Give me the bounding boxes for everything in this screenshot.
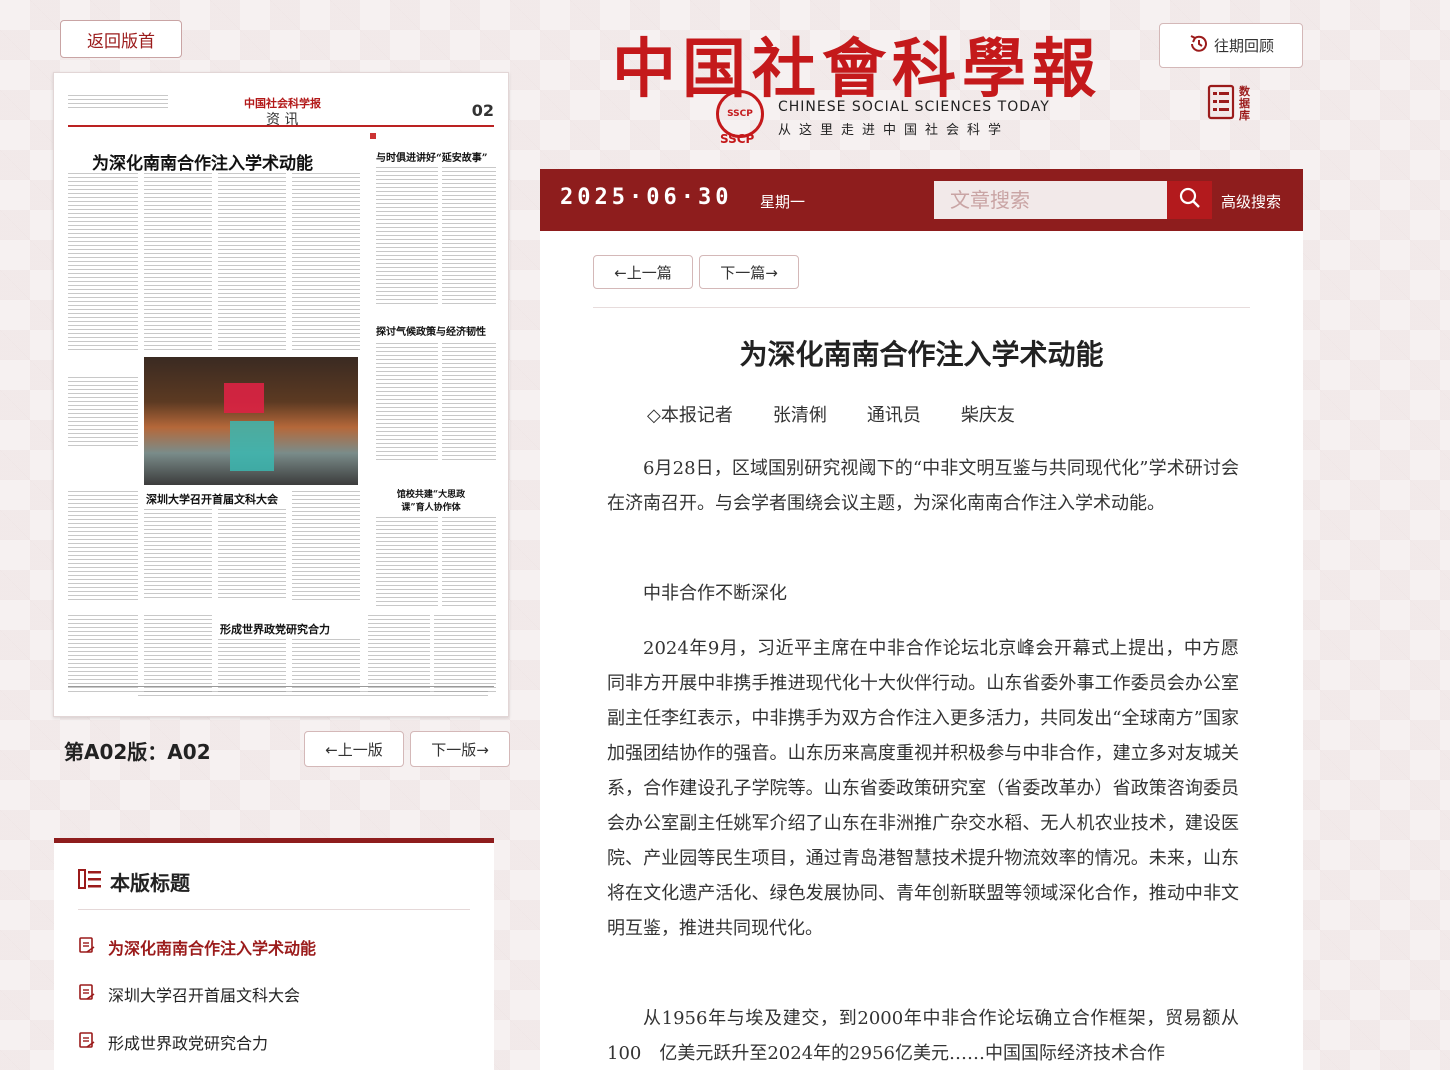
np-marker xyxy=(370,133,376,139)
np-text-column xyxy=(368,615,430,695)
english-title: CHINESE SOCIAL SCIENCES TODAY xyxy=(778,99,1050,115)
article-panel: ←上一篇 下一篇→ 为深化南南合作注入学术动能 ◇本报记者 张清俐 通讯员 柴庆… xyxy=(540,231,1303,1070)
np-text-column xyxy=(292,491,360,601)
search-button[interactable] xyxy=(1167,181,1212,219)
history-issues-button[interactable]: 往期回顾 xyxy=(1159,23,1303,68)
article-title: 为深化南南合作注入学术动能 xyxy=(739,338,1104,371)
site-logo-title: 中国社會科學報 xyxy=(612,32,1102,107)
history-icon xyxy=(1188,33,1210,59)
newspaper-section: 资 讯 xyxy=(266,112,299,128)
newspaper-page-number: 02 xyxy=(471,101,494,120)
prev-article-button[interactable]: ←上一篇 xyxy=(593,255,693,289)
newspaper-page-thumbnail[interactable]: 中国社会科学报 资 讯 02 为深化南南合作注入学术动能 与时俱进讲好“延安故事… xyxy=(53,72,509,717)
seal-text: SSCP xyxy=(727,109,753,119)
contents-item[interactable]: 形成世界政党研究合力 xyxy=(78,1030,268,1054)
advanced-search-link[interactable]: 高级搜索 xyxy=(1221,191,1281,212)
sscp-label: SSCP xyxy=(720,132,755,146)
byline-reporter-label: ◇本报记者 xyxy=(647,405,733,426)
edition-label: 第A02版：A02 xyxy=(64,740,211,764)
np-text-column xyxy=(68,491,138,601)
np-text-column xyxy=(442,167,496,307)
np-text-column xyxy=(376,343,438,463)
np-headline-5[interactable]: 馆校共建“大思政课”育人协作体 xyxy=(386,487,476,513)
np-text-column xyxy=(434,615,496,695)
newspaper-header: 中国社会科学报 资 讯 02 xyxy=(68,87,494,128)
issue-date: 2025·06·30 xyxy=(560,185,733,210)
search-icon xyxy=(1178,186,1202,214)
contents-item[interactable]: 深圳大学召开首届文科大会 xyxy=(78,982,300,1006)
article-search-input[interactable] xyxy=(934,181,1167,219)
byline-correspondent-label: 通讯员 xyxy=(866,405,921,426)
contents-heading-text: 本版标题 xyxy=(110,871,190,895)
database-link[interactable]: 数据库 xyxy=(1207,84,1251,124)
article-subheading: 中非合作不断深化 xyxy=(643,583,787,604)
divider xyxy=(78,909,470,910)
divider xyxy=(593,307,1250,308)
contents-item-label: 为深化南南合作注入学术动能 xyxy=(108,939,317,958)
np-text-column xyxy=(144,509,212,601)
contents-item-label: 深圳大学召开首届文科大会 xyxy=(108,986,301,1005)
sscp-seal-logo: SSCP xyxy=(716,90,764,138)
np-headline-6[interactable]: 形成世界政党研究合力 xyxy=(220,621,330,637)
np-headline-2[interactable]: 与时俱进讲好“延安故事” xyxy=(376,149,488,164)
date-search-bar: 2025·06·30 星期一 高级搜索 xyxy=(540,169,1303,231)
np-headline-1[interactable]: 为深化南南合作注入学术动能 xyxy=(92,149,313,174)
newspaper-photo xyxy=(144,357,358,485)
np-text-column xyxy=(376,167,438,307)
newspaper-footer xyxy=(68,686,494,702)
list-icon xyxy=(78,868,102,895)
document-icon xyxy=(78,983,96,1005)
contents-item[interactable]: 为深化南南合作注入学术动能 xyxy=(78,935,316,959)
np-text-column xyxy=(442,517,496,607)
database-label: 数据库 xyxy=(1239,85,1250,122)
next-article-button[interactable]: 下一篇→ xyxy=(699,255,799,289)
page-contents-panel: 本版标题 为深化南南合作注入学术动能 深圳大学召开首届文科大会 形成世界政党研究… xyxy=(54,838,494,1070)
np-text-column xyxy=(144,173,212,351)
history-button-label: 往期回顾 xyxy=(1213,37,1274,55)
byline-correspondent-name: 柴庆友 xyxy=(960,405,1015,426)
np-text-column xyxy=(68,615,138,695)
database-icon xyxy=(1207,84,1235,124)
np-text-column xyxy=(218,509,286,601)
np-text-column xyxy=(292,173,360,351)
prev-edition-button[interactable]: ←上一版 xyxy=(304,731,404,767)
article-paragraph: 2024年9月，习近平主席在中非合作论坛北京峰会开幕式上提出，中方愿同非方开展中… xyxy=(607,638,1239,939)
article-paragraph: 从1956年与埃及建交，到2000年中非合作论坛确立合作框架，贸易额从100 亿… xyxy=(607,1008,1239,1064)
weekday: 星期一 xyxy=(760,193,806,211)
contents-item-label: 形成世界政党研究合力 xyxy=(108,1034,269,1053)
next-edition-button[interactable]: 下一版→ xyxy=(410,731,510,767)
np-text-column xyxy=(68,377,138,447)
article-byline: ◇本报记者 张清俐 通讯员 柴庆友 xyxy=(647,401,1055,427)
np-text-column xyxy=(68,173,138,351)
contents-heading: 本版标题 xyxy=(78,867,190,896)
np-text-column xyxy=(376,517,438,607)
document-icon xyxy=(78,1031,96,1053)
np-headline-3[interactable]: 探讨气候政策与经济韧性 xyxy=(376,323,486,338)
article-paragraph: 6月28日，区域国别研究视阈下的“中非文明互鉴与共同现代化”学术研讨会在济南召开… xyxy=(607,458,1239,514)
slogan: 从这里走进中国社会科学 xyxy=(778,123,1010,138)
back-to-front-page-button[interactable]: 返回版首 xyxy=(60,20,182,58)
np-text-column xyxy=(442,343,496,463)
np-text-column xyxy=(218,173,286,351)
np-headline-4[interactable]: 深圳大学召开首届文科大会 xyxy=(146,491,278,507)
byline-reporter-name: 张清俐 xyxy=(772,405,827,426)
document-icon xyxy=(78,936,96,958)
np-text-column xyxy=(144,615,212,695)
